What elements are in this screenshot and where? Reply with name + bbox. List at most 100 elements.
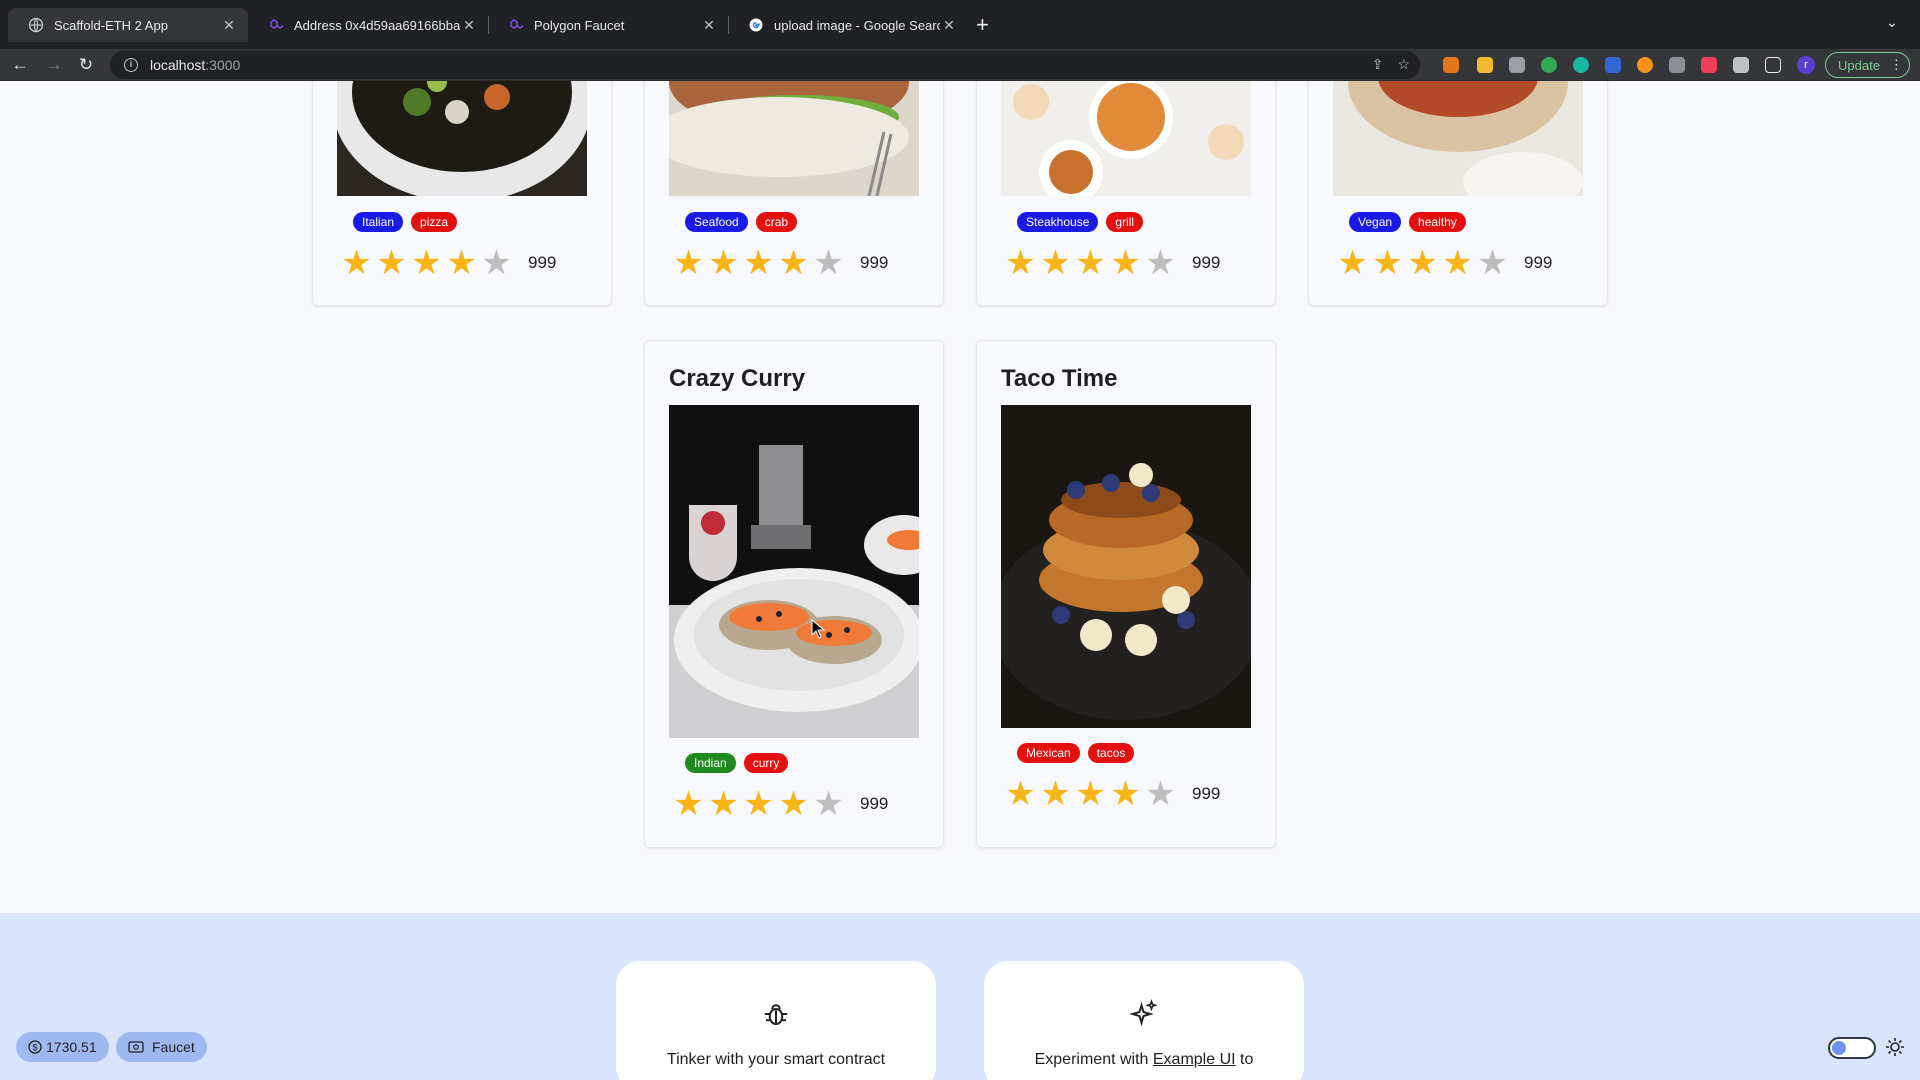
star-rating[interactable]: ★ ★ ★ ★ ★ 999 — [671, 787, 888, 821]
rating-count: 999 — [1192, 253, 1221, 272]
forward-arrow-icon[interactable]: → — [42, 53, 66, 77]
star-icon[interactable]: ★ — [1073, 777, 1108, 811]
star-rating[interactable]: ★ ★ ★ ★ ★ 999 — [1003, 777, 1220, 811]
bookmark-star-icon[interactable]: ☆ — [1397, 56, 1410, 73]
command-extension-icon[interactable] — [1509, 57, 1525, 73]
side-panel-icon[interactable] — [1765, 57, 1781, 73]
star-icon[interactable]: ★ — [1108, 246, 1143, 280]
polygon-icon — [510, 19, 524, 29]
dish-tag: healthy — [1409, 212, 1466, 232]
star-icon[interactable]: ★ — [1038, 777, 1073, 811]
star-icon[interactable]: ★ — [1475, 246, 1510, 280]
blue-extension-icon[interactable] — [1605, 57, 1621, 73]
kebab-menu-icon[interactable]: ⋮ — [1890, 57, 1903, 73]
dollar-icon: $ — [28, 1040, 42, 1054]
back-arrow-icon[interactable]: ← — [8, 53, 32, 77]
food-image — [1001, 81, 1251, 196]
new-tab-button[interactable]: + — [976, 12, 989, 38]
star-rating[interactable]: ★ ★ ★ ★ ★ 999 — [1335, 246, 1552, 280]
star-icon[interactable]: ★ — [1335, 246, 1370, 280]
star-icon[interactable]: ★ — [671, 246, 706, 280]
star-icon[interactable]: ★ — [706, 246, 741, 280]
restaurant-card[interactable]: Steakhouse grill ★ ★ ★ ★ ★ 999 — [976, 81, 1276, 306]
star-icon[interactable]: ★ — [1440, 246, 1475, 280]
star-icon[interactable]: ★ — [706, 787, 741, 821]
star-icon[interactable]: ★ — [1003, 777, 1038, 811]
star-icon[interactable]: ★ — [409, 246, 444, 280]
feature-text: Tinker with your smart contract — [616, 1051, 936, 1069]
star-icon[interactable]: ★ — [444, 246, 479, 280]
star-icon[interactable]: ★ — [811, 246, 846, 280]
star-icon[interactable]: ★ — [671, 787, 706, 821]
cuisine-tag: Steakhouse — [1017, 212, 1099, 232]
update-button[interactable]: Update ⋮ — [1825, 52, 1910, 78]
close-icon[interactable]: ✕ — [220, 17, 238, 34]
wallet-extension-icon[interactable] — [1477, 57, 1493, 73]
cube-extension-icon[interactable] — [1669, 57, 1685, 73]
tab-google-search[interactable]: upload image - Google Search ✕ — [728, 8, 968, 42]
tab-scaffold-eth[interactable]: Scaffold-ETH 2 App ✕ — [8, 8, 248, 42]
puzzle-extensions-icon[interactable] — [1733, 57, 1749, 73]
tab-title: Address 0x4d59aa69166bba3 — [294, 17, 460, 33]
star-rating[interactable]: ★ ★ ★ ★ ★ 999 — [671, 246, 888, 280]
star-icon[interactable]: ★ — [339, 246, 374, 280]
food-image — [669, 81, 919, 196]
example-ui-link[interactable]: Example UI — [1153, 1051, 1236, 1068]
profile-avatar[interactable]: r — [1797, 56, 1815, 74]
star-icon[interactable]: ★ — [1003, 246, 1038, 280]
feature-text-after: to — [1235, 1051, 1254, 1068]
star-rating[interactable]: ★ ★ ★ ★ ★ 999 — [1003, 246, 1220, 280]
info-icon[interactable]: i — [124, 58, 138, 72]
close-icon[interactable]: ✕ — [460, 17, 478, 34]
tab-polygon-faucet[interactable]: Polygon Faucet ✕ — [488, 8, 728, 42]
star-icon[interactable]: ★ — [1143, 777, 1178, 811]
star-icon[interactable]: ★ — [811, 787, 846, 821]
tag-list: Mexican tacos — [1017, 743, 1135, 763]
close-icon[interactable]: ✕ — [940, 17, 958, 34]
restaurant-card[interactable]: Vegan healthy ★ ★ ★ ★ ★ 999 — [1308, 81, 1608, 306]
star-icon[interactable]: ★ — [1143, 246, 1178, 280]
star-icon[interactable]: ★ — [741, 787, 776, 821]
star-icon[interactable]: ★ — [1038, 246, 1073, 280]
star-icon[interactable]: ★ — [1073, 246, 1108, 280]
balance-value: 1730.51 — [46, 1039, 97, 1055]
balance-badge[interactable]: $ 1730.51 — [16, 1032, 109, 1062]
edge-extension-icon[interactable] — [1573, 57, 1589, 73]
star-icon[interactable]: ★ — [1405, 246, 1440, 280]
reload-icon[interactable]: ↻ — [74, 53, 98, 77]
dish-tag: pizza — [411, 212, 458, 232]
tab-search-chevron-icon[interactable]: ⌄ — [1886, 14, 1898, 31]
tag-list: Indian curry — [685, 753, 789, 773]
dish-tag: curry — [743, 753, 789, 773]
metamask-extension-icon[interactable] — [1443, 57, 1459, 73]
star-icon[interactable]: ★ — [776, 246, 811, 280]
star-icon[interactable]: ★ — [1370, 246, 1405, 280]
faucet-label: Faucet — [152, 1039, 195, 1055]
chrome-extension-icon[interactable] — [1541, 57, 1557, 73]
star-rating[interactable]: ★ ★ ★ ★ ★ 999 — [339, 246, 556, 280]
pocket-extension-icon[interactable] — [1701, 57, 1717, 73]
star-icon[interactable]: ★ — [741, 246, 776, 280]
star-icon[interactable]: ★ — [1108, 777, 1143, 811]
star-icon[interactable]: ★ — [374, 246, 409, 280]
share-icon[interactable]: ⇪ — [1372, 56, 1384, 73]
bitcoin-extension-icon[interactable] — [1637, 57, 1653, 73]
toggle-knob — [1832, 1041, 1846, 1055]
mouse-cursor-icon — [811, 619, 825, 639]
restaurant-card[interactable]: Taco Time Mexican tacos ★ ★ ★ ★ ★ 999 — [976, 340, 1276, 848]
faucet-button[interactable]: Faucet — [116, 1032, 207, 1062]
rating-count: 999 — [528, 253, 557, 272]
theme-toggle[interactable] — [1828, 1037, 1876, 1059]
address-bar[interactable]: i localhost:3000 ⇪ ☆ — [110, 51, 1420, 79]
restaurant-card[interactable]: Crazy Curry Indian curry ★ ★ ★ ★ ★ 999 — [644, 340, 944, 848]
restaurant-card[interactable]: Seafood crab ★ ★ ★ ★ ★ 999 — [644, 81, 944, 306]
star-icon[interactable]: ★ — [479, 246, 514, 280]
globe-icon — [28, 17, 44, 33]
tab-address[interactable]: Address 0x4d59aa69166bba3 ✕ — [248, 8, 488, 42]
url-host: localhost — [150, 57, 206, 73]
tag-list: Italian pizza — [353, 212, 458, 232]
star-icon[interactable]: ★ — [776, 787, 811, 821]
update-label: Update — [1838, 57, 1880, 73]
restaurant-card[interactable]: Italian pizza ★ ★ ★ ★ ★ 999 — [312, 81, 612, 306]
close-icon[interactable]: ✕ — [700, 17, 718, 34]
